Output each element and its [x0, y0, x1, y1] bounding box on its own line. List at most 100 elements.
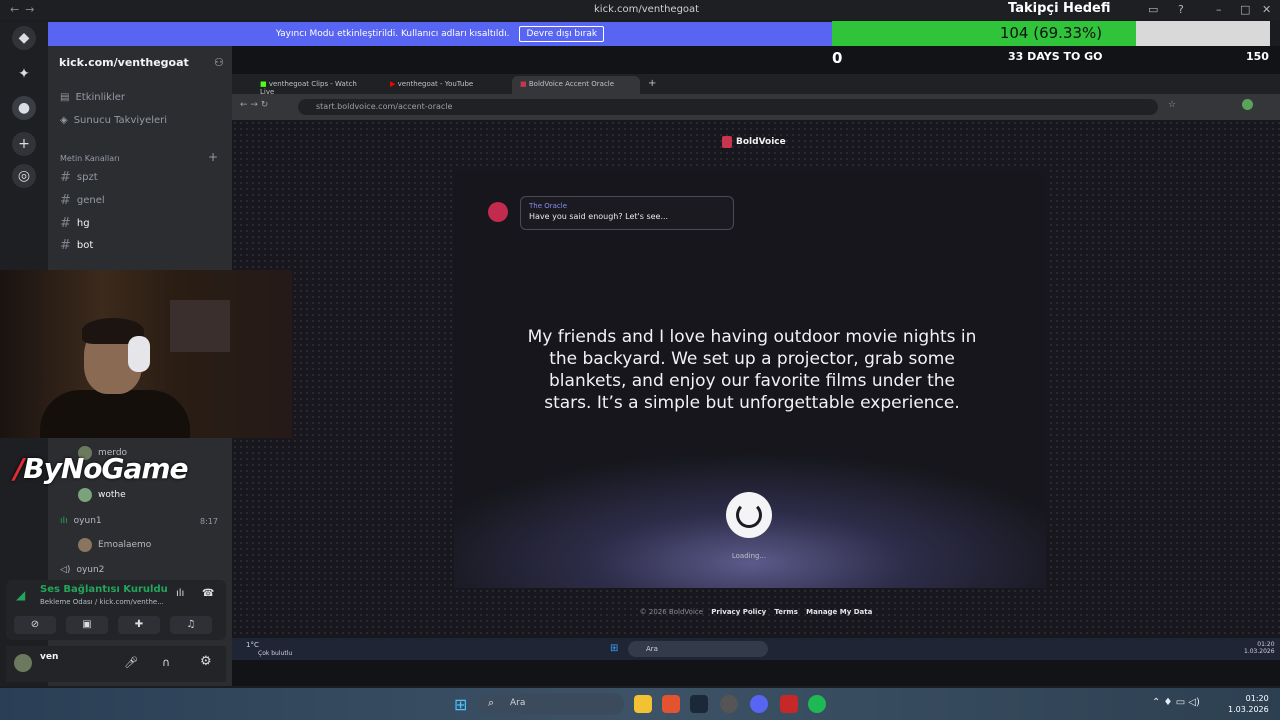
discord-home-icon[interactable]: ◆	[12, 26, 36, 50]
goal-days-left: 33 DAYS TO GO	[1008, 50, 1103, 63]
privacy-policy-link[interactable]: Privacy Policy	[711, 608, 766, 616]
channel-bot[interactable]: # bot	[60, 238, 93, 253]
headset-icon	[128, 336, 150, 372]
search-icon: ⌕	[488, 696, 495, 709]
manage-data-link[interactable]: Manage My Data	[806, 608, 872, 616]
tab-boldvoice[interactable]: ■ BoldVoice Accent Oracle	[512, 76, 640, 94]
taskbar-search[interactable]: Ara	[478, 693, 624, 715]
voice-channel-label: oyun2	[76, 565, 105, 575]
loading-spinner	[726, 492, 772, 538]
avatar	[78, 488, 92, 502]
brand-text: ByNoGame	[23, 452, 188, 485]
server-icon[interactable]: ✦	[12, 62, 36, 86]
sidebar-item-label: Sunucu Takviyeleri	[73, 115, 168, 126]
nav-arrows-icon[interactable]: ←→	[10, 3, 40, 16]
oracle-name: The Oracle	[529, 202, 568, 210]
add-server-icon[interactable]: +	[12, 132, 36, 156]
windows-start-icon[interactable]: ⊞	[454, 695, 467, 714]
reading-sentence: My friends and I love having outdoor mov…	[527, 327, 977, 413]
spinner-ring-icon	[736, 502, 762, 528]
soundboard-button[interactable]: ♫	[170, 616, 212, 634]
new-tab-icon[interactable]: +	[648, 78, 656, 89]
bynogame-mark-icon: /	[14, 452, 24, 485]
discord-icon[interactable]	[750, 695, 768, 713]
text-channels-category[interactable]: Metin Kanalları	[60, 154, 120, 163]
channel-hg[interactable]: # hg	[60, 216, 90, 231]
loading-text: Loading...	[731, 552, 767, 560]
disconnect-icon[interactable]: ☎	[202, 588, 214, 599]
boost-icon: ◈	[60, 115, 68, 126]
disable-streamer-mode-button[interactable]: Devre dışı bırak	[519, 26, 605, 42]
microphone-icon[interactable]: 🎤︎	[124, 656, 138, 669]
voice-channel-timer: 8:17	[200, 517, 218, 526]
browser-window: ■ venthegoat Clips - Watch Live ▶ venthe…	[232, 74, 1280, 660]
tab-label: venthegoat - YouTube	[397, 80, 474, 88]
voice-user-emoalaemo[interactable]: Emoalaemo	[78, 538, 151, 552]
voice-username: Emoalaemo	[98, 540, 152, 550]
accent-oracle-card: The Oracle Have you said enough? Let's s…	[454, 170, 1046, 588]
tab-youtube[interactable]: ▶ venthegoat - YouTube	[382, 76, 510, 94]
tray-icons[interactable]: ⌃ ♦ ▭ ◁)	[1152, 697, 1200, 708]
streamer-mode-banner: Yayıncı Modu etkinleştirildi. Kullanıcı …	[48, 22, 832, 46]
wall-poster	[170, 300, 230, 352]
screen-share-button[interactable]: ▣	[66, 616, 108, 634]
activities-button[interactable]: ✚	[118, 616, 160, 634]
boldvoice-logo[interactable]: BoldVoice	[722, 136, 786, 148]
weather-desc: Çok bulutlu	[258, 650, 293, 657]
server-avatar-icon[interactable]: ●	[12, 96, 36, 120]
clock-time: 01:20	[1257, 641, 1275, 648]
sidebar-item-events[interactable]: ▤ Etkinlikler	[60, 92, 125, 103]
file-explorer-icon[interactable]	[634, 695, 652, 713]
server-name[interactable]: kick.com/venthegoat	[59, 56, 189, 69]
webcam-overlay	[0, 270, 292, 438]
steam-icon[interactable]	[690, 695, 708, 713]
windows-taskbar: ⊞ Ara ⌕ ⌃ ♦ ▭ ◁) 01:20 1.03.2026	[0, 688, 1280, 720]
clock-time: 01:20	[1245, 694, 1269, 703]
channel-label: hg	[76, 218, 90, 229]
terms-link[interactable]: Terms	[774, 608, 798, 616]
oracle-avatar	[488, 202, 508, 222]
inner-taskbar: 1°C Çok bulutlu ⊞ Ara 01:20 1.03.2026	[232, 638, 1280, 660]
channel-spzt[interactable]: # spzt	[60, 170, 98, 185]
headphones-icon[interactable]: ∩	[162, 656, 170, 669]
banner-message: Yayıncı Modu etkinleştirildi. Kullanıcı …	[275, 29, 510, 39]
noise-suppression-icon[interactable]: ılı	[176, 588, 184, 599]
search-label: Ara	[510, 698, 526, 708]
bookmark-star-icon[interactable]: ☆	[1168, 100, 1176, 110]
channel-label: genel	[76, 195, 105, 206]
clock-date: 1.03.2026	[1244, 648, 1275, 655]
voice-user-wothe[interactable]: wothe	[78, 488, 126, 502]
brave-icon[interactable]	[662, 695, 680, 713]
gear-icon[interactable]: ⚙	[200, 654, 212, 669]
tab-kick-clips[interactable]: ■ venthegoat Clips - Watch Live	[252, 76, 380, 96]
boldvoice-page: BoldVoice The Oracle Have you said enoug…	[232, 120, 1280, 638]
channel-genel[interactable]: # genel	[60, 193, 105, 208]
inner-search-box[interactable]: Ara	[628, 641, 768, 657]
oracle-chat-bubble: The Oracle Have you said enough? Let's s…	[520, 196, 734, 230]
sidebar-item-boosts[interactable]: ◈ Sunucu Takviyeleri	[60, 115, 167, 126]
voice-channel-oyun1[interactable]: ıIı oyun1	[60, 516, 102, 526]
windows-start-icon[interactable]: ⊞	[610, 643, 618, 654]
avatar[interactable]	[14, 654, 32, 672]
address-bar[interactable]: start.boldvoice.com/accent-oracle	[298, 99, 1158, 115]
spotify-icon[interactable]	[808, 695, 826, 713]
taskbar-clock[interactable]: 01:20 1.03.2026	[1228, 693, 1269, 715]
voice-status-sub: Bekleme Odası / kick.com/venthe...	[40, 598, 164, 606]
camera-off-button[interactable]: ⊘	[14, 616, 56, 634]
add-channel-icon[interactable]: +	[208, 150, 218, 164]
voice-channel-oyun2[interactable]: ◁) oyun2	[60, 565, 104, 575]
back-forward-reload-icons[interactable]: ← → ↻	[240, 100, 268, 110]
voice-username: wothe	[98, 490, 126, 500]
footer-copyright: © 2026 BoldVoice	[639, 608, 704, 616]
speaker-active-icon: ıIı	[60, 516, 68, 526]
channel-label: bot	[76, 240, 94, 251]
kick-icon: ■	[260, 80, 267, 88]
user-panel: ven 🎤︎ ∩ ⚙	[6, 646, 226, 682]
app-icon[interactable]	[780, 695, 798, 713]
obs-icon[interactable]	[720, 695, 738, 713]
page-footer: © 2026 BoldVoice Privacy Policy Terms Ma…	[232, 608, 1280, 616]
streamer-body	[40, 390, 190, 438]
profile-avatar[interactable]	[1242, 99, 1253, 110]
explore-icon[interactable]: ◎	[12, 164, 36, 188]
invite-icon[interactable]: ⚇	[214, 56, 224, 69]
